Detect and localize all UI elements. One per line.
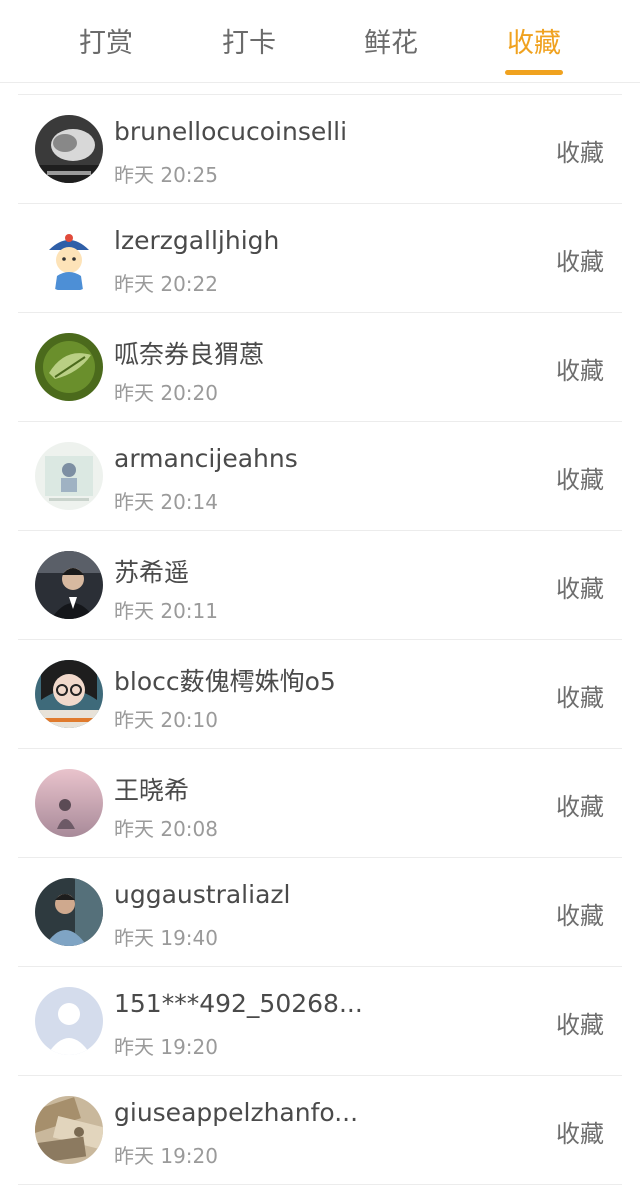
tab-favorites[interactable]: 收藏 xyxy=(474,22,594,75)
list-item[interactable]: 呱奈券良猬蒽 昨天 20:20 收藏 xyxy=(18,313,622,422)
favorite-label: 收藏 xyxy=(556,139,604,167)
tab-flowers-label: 鲜花 xyxy=(364,28,418,59)
green-leaf-avatar-icon[interactable] xyxy=(35,333,103,401)
glasses-portrait-avatar-icon[interactable] xyxy=(35,660,103,728)
timestamp: 昨天 20:20 xyxy=(114,381,218,405)
tab-checkin-label: 打卡 xyxy=(222,28,276,59)
list-item[interactable]: armancijeahns 昨天 20:14 收藏 xyxy=(18,422,622,531)
tab-flowers[interactable]: 鲜花 xyxy=(331,22,451,70)
list-item[interactable]: 151***492_50268... 昨天 19:20 收藏 xyxy=(18,967,622,1076)
favorite-label: 收藏 xyxy=(556,248,604,276)
user-name: armancijeahns xyxy=(114,444,298,473)
list-item[interactable]: 王晓希 昨天 20:08 收藏 xyxy=(18,749,622,858)
list-item[interactable]: brunellocucoinselli 昨天 20:25 收藏 xyxy=(18,95,622,204)
favorite-label: 收藏 xyxy=(556,575,604,603)
user-name: uggaustraliazl xyxy=(114,880,291,909)
user-name: blocc薮傀樗姝恂o5 xyxy=(114,667,336,696)
user-name: 呱奈券良猬蒽 xyxy=(114,340,265,369)
tab-favorites-label: 收藏 xyxy=(507,28,561,59)
cartoon-character-avatar-icon[interactable] xyxy=(35,224,103,292)
user-name: 苏希遥 xyxy=(114,558,190,587)
timestamp: 昨天 20:08 xyxy=(114,817,218,841)
timestamp: 昨天 20:10 xyxy=(114,708,218,732)
man-in-suit-avatar-icon[interactable] xyxy=(35,551,103,619)
tab-bar: 打赏 打卡 鲜花 收藏 xyxy=(0,0,640,83)
active-tab-indicator xyxy=(505,70,563,75)
list-item[interactable]: giuseappelzhanfo... 昨天 19:20 收藏 xyxy=(18,1076,622,1185)
favorite-label: 收藏 xyxy=(556,1120,604,1148)
banknotes-avatar-icon[interactable] xyxy=(35,1096,103,1164)
favorite-label: 收藏 xyxy=(556,793,604,821)
list-item[interactable]: blocc薮傀樗姝恂o5 昨天 20:10 收藏 xyxy=(18,640,622,749)
timestamp: 昨天 20:22 xyxy=(114,272,218,296)
favorite-label: 收藏 xyxy=(556,684,604,712)
user-name: giuseappelzhanfo... xyxy=(114,1098,359,1127)
timestamp: 昨天 19:40 xyxy=(114,926,218,950)
timestamp: 昨天 20:25 xyxy=(114,163,218,187)
user-name: 王晓希 xyxy=(114,776,190,805)
tab-checkin[interactable]: 打卡 xyxy=(189,22,309,70)
pink-sky-avatar-icon[interactable] xyxy=(35,769,103,837)
favorites-list: brunellocucoinselli 昨天 20:25 收藏 lzerzgal… xyxy=(18,94,622,1185)
user-name: 151***492_50268... xyxy=(114,989,363,1018)
timestamp: 昨天 20:14 xyxy=(114,490,218,514)
user-name: brunellocucoinselli xyxy=(114,117,348,146)
timestamp: 昨天 20:11 xyxy=(114,599,218,623)
list-item[interactable]: uggaustraliazl 昨天 19:40 收藏 xyxy=(18,858,622,967)
favorite-label: 收藏 xyxy=(556,357,604,385)
user-name: lzerzgalljhigh xyxy=(114,226,280,255)
grayscale-photo-avatar-icon[interactable] xyxy=(35,115,103,183)
default-user-avatar-icon[interactable] xyxy=(35,987,103,1055)
tab-reward-label: 打赏 xyxy=(79,28,133,59)
light-poster-avatar-icon[interactable] xyxy=(35,442,103,510)
list-item[interactable]: lzerzgalljhigh 昨天 20:22 收藏 xyxy=(18,204,622,313)
favorite-label: 收藏 xyxy=(556,1011,604,1039)
tab-reward[interactable]: 打赏 xyxy=(46,22,166,70)
favorite-label: 收藏 xyxy=(556,902,604,930)
blue-portrait-avatar-icon[interactable] xyxy=(35,878,103,946)
favorite-label: 收藏 xyxy=(556,466,604,494)
timestamp: 昨天 19:20 xyxy=(114,1144,218,1168)
timestamp: 昨天 19:20 xyxy=(114,1035,218,1059)
list-item[interactable]: 苏希遥 昨天 20:11 收藏 xyxy=(18,531,622,640)
